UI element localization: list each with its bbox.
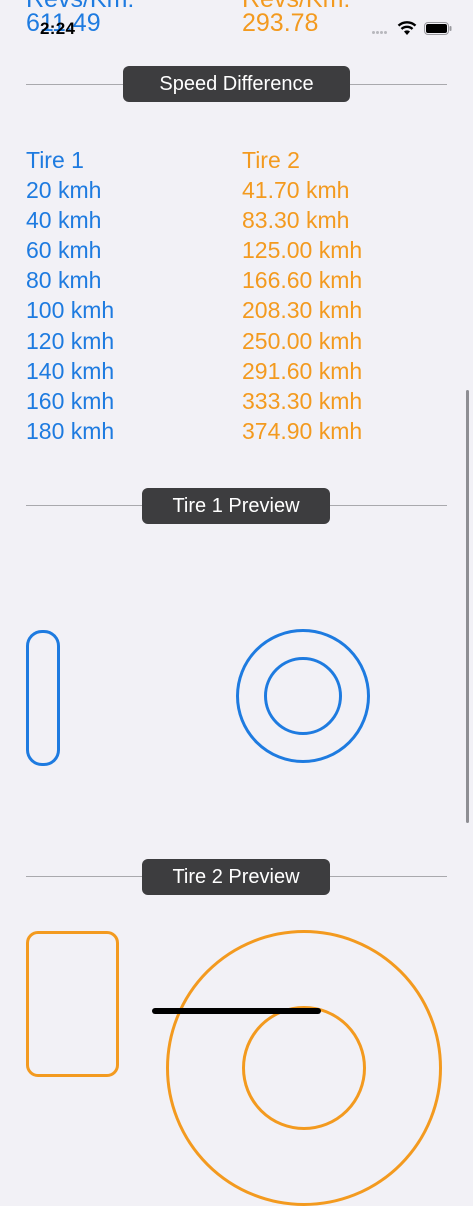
tire1-speed-item: 60 kmh	[26, 237, 102, 264]
tire2-speed-item: 374.90 kmh	[242, 417, 363, 444]
tire1-rim-circle	[264, 657, 342, 735]
tire2-preview-title: Tire 2 Preview	[142, 859, 330, 895]
tire2-speed-item: 250.00 kmh	[242, 327, 363, 354]
tire2-speed-column: Tire 2 41.70 kmh 83.30 kmh 125.00 kmh 16…	[242, 145, 362, 446]
tire2-speed-item: 166.60 kmh	[242, 267, 363, 294]
tire1-tread-shape	[26, 630, 60, 766]
tire2-speed-item: 83.30 kmh	[242, 207, 350, 234]
tire2-revs-value: 293.78	[242, 9, 319, 37]
tire2-column-header: Tire 2	[242, 147, 300, 173]
tire1-speed-item: 140 kmh	[26, 357, 115, 384]
tire2-tread-shape	[26, 931, 119, 1077]
tire1-column-header: Tire 1	[26, 147, 84, 173]
tire1-speed-item: 160 kmh	[26, 387, 115, 414]
wifi-icon	[397, 21, 417, 35]
tire1-speed-item: 20 kmh	[26, 177, 102, 204]
tire1-preview-title: Tire 1 Preview	[142, 488, 330, 524]
tire2-speed-item: 291.60 kmh	[242, 357, 363, 384]
tire2-speed-item: 125.00 kmh	[242, 237, 363, 264]
tire1-speed-item: 80 kmh	[26, 267, 102, 294]
battery-icon	[424, 22, 452, 35]
tire1-speed-item: 40 kmh	[26, 207, 102, 234]
tire2-speed-item: 41.70 kmh	[242, 177, 350, 204]
speed-difference-title: Speed Difference	[123, 66, 350, 102]
tire1-speed-column: Tire 1 20 kmh 40 kmh 60 kmh 80 kmh 100 k…	[26, 145, 114, 446]
cellular-signal-icon	[372, 31, 390, 35]
tire1-speed-item: 120 kmh	[26, 327, 115, 354]
tire2-speed-item: 333.30 kmh	[242, 387, 363, 414]
tire1-speed-item: 100 kmh	[26, 297, 115, 324]
tire2-rim-circle	[242, 1006, 366, 1130]
vertical-scrollbar[interactable]	[466, 390, 469, 823]
tire2-speed-item: 208.30 kmh	[242, 297, 363, 324]
home-indicator[interactable]	[152, 1008, 321, 1014]
status-time: 2:24	[40, 19, 76, 38]
tire1-speed-item: 180 kmh	[26, 417, 115, 444]
